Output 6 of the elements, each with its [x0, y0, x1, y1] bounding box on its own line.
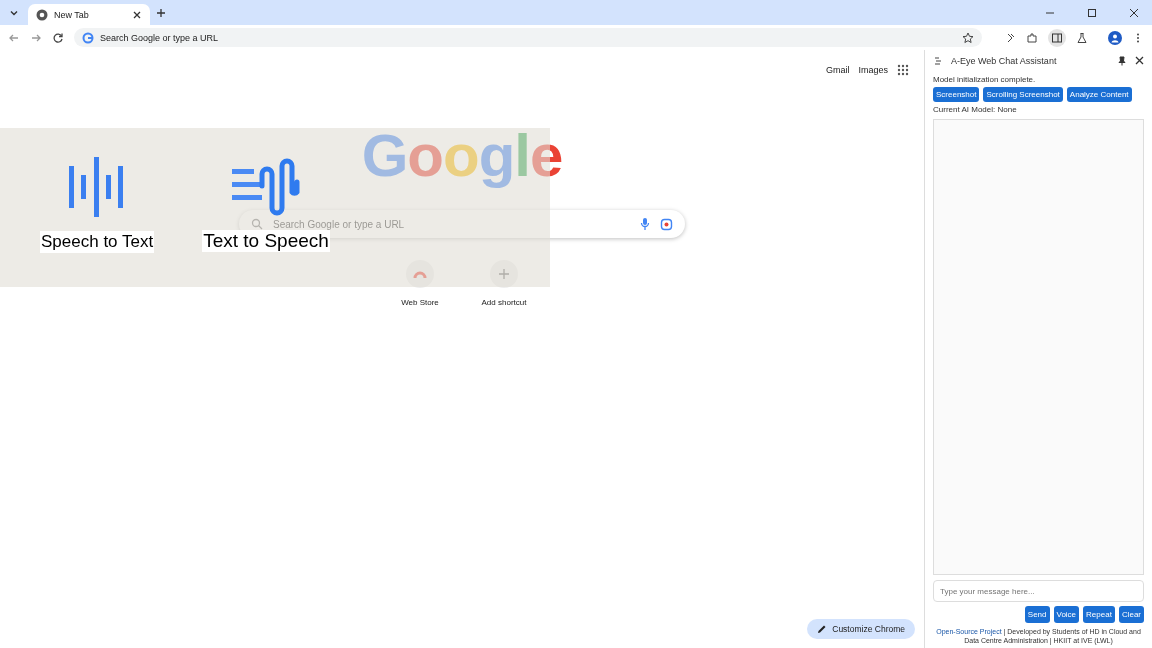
model-info: Current AI Model: None	[933, 105, 1018, 114]
panel-title: A-Eye Web Chat Assistant	[951, 55, 1058, 66]
feature-label: Speech to Text	[40, 230, 155, 253]
feature-label: Text to Speech	[202, 229, 330, 252]
google-logo: Google	[361, 126, 563, 186]
status-text: Model initialization complete.	[933, 75, 1037, 84]
